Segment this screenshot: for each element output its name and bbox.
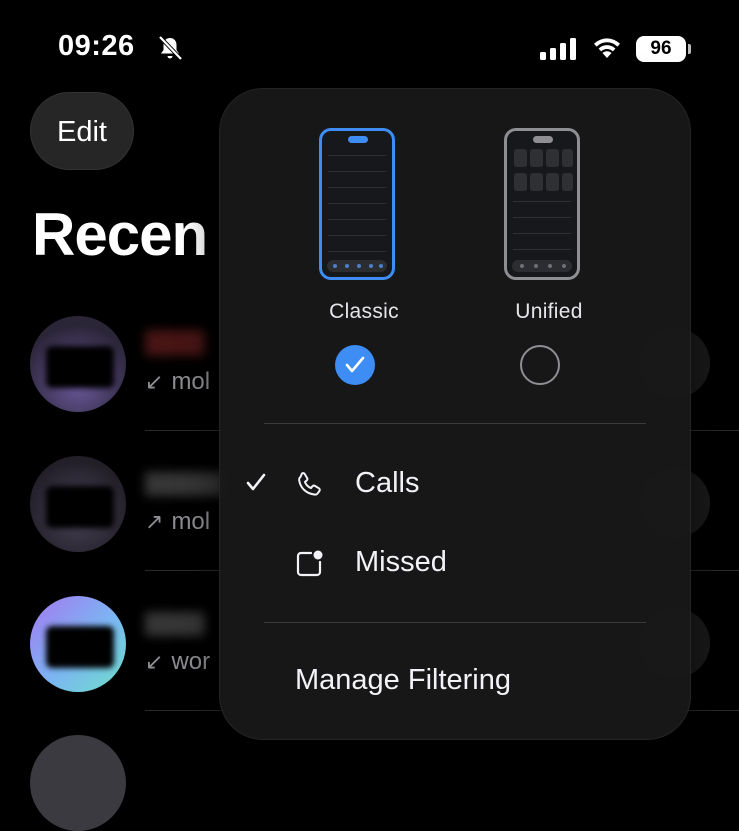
layout-filter-menu: Classic Unified Calls Missed Manage Filt… (219, 88, 691, 740)
battery-cap (688, 44, 691, 54)
unselected-radio-icon[interactable] (520, 345, 560, 385)
battery-indicator: 96 (636, 36, 686, 62)
incoming-call-icon: ↙ (145, 369, 164, 394)
contact-name-blurred (145, 612, 205, 636)
menu-item-label: Calls (355, 467, 420, 499)
avatar (30, 456, 126, 552)
menu-item-missed[interactable]: Missed (219, 532, 691, 596)
menu-separator (264, 423, 646, 424)
avatar (30, 596, 126, 692)
bell-slash-icon (158, 35, 183, 61)
layout-option-unified[interactable]: Unified (504, 128, 594, 385)
page-title: Recen (32, 201, 208, 268)
call-type-label: ↗ mol (145, 508, 211, 535)
avatar (30, 735, 126, 831)
missed-badge-icon (296, 550, 323, 577)
avatar (30, 316, 126, 412)
layout-option-classic[interactable]: Classic (319, 128, 409, 385)
menu-item-calls[interactable]: Calls (219, 453, 691, 517)
classic-layout-preview-icon (319, 128, 395, 280)
menu-separator (264, 622, 646, 623)
call-type-label: ↙ wor (145, 648, 211, 675)
status-bar: 09:26 96 (0, 0, 739, 100)
incoming-call-icon: ↙ (145, 649, 164, 674)
layout-option-label: Unified (515, 300, 583, 323)
status-time: 09:26 (58, 30, 135, 62)
selected-checkmark-icon[interactable] (335, 345, 375, 385)
wifi-icon (594, 38, 620, 58)
outgoing-call-icon: ↗ (145, 509, 164, 534)
cellular-signal-icon (540, 38, 576, 60)
checkmark-icon (246, 473, 266, 491)
layout-option-label: Classic (329, 300, 399, 323)
menu-item-label: Missed (355, 546, 447, 578)
contact-name-blurred (145, 330, 205, 356)
edit-button[interactable]: Edit (30, 92, 134, 170)
unified-layout-preview-icon (504, 128, 580, 280)
contact-name-blurred (145, 472, 225, 496)
call-type-label: ↙ mol (145, 368, 211, 395)
manage-filtering-button[interactable]: Manage Filtering (295, 664, 511, 697)
phone-icon (298, 472, 321, 496)
